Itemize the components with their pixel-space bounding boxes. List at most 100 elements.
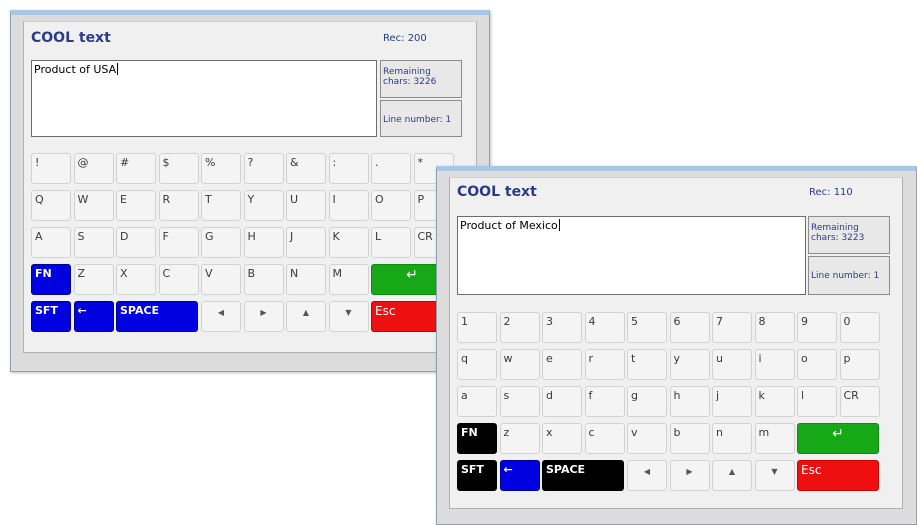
key-m[interactable]: m — [754, 423, 795, 454]
key-r[interactable]: R — [158, 190, 199, 221]
remaining-chars-label: Remaining chars: 3223 — [811, 223, 865, 243]
text-input[interactable]: Product of USA — [31, 60, 377, 137]
space-key[interactable]: SPACE — [542, 460, 624, 491]
key-d[interactable]: D — [116, 227, 156, 258]
key-x35[interactable]: # — [116, 153, 156, 184]
key-s[interactable]: s — [499, 386, 540, 417]
key-h[interactable]: H — [243, 227, 284, 258]
key-j[interactable]: j — [712, 386, 752, 417]
arrow-up-key[interactable]: ▲ — [286, 301, 326, 332]
key-f[interactable]: f — [584, 386, 625, 417]
key-cr[interactable]: CR — [839, 386, 880, 417]
backspace-key[interactable]: ← — [73, 301, 114, 332]
key-x46[interactable]: . — [371, 153, 411, 184]
key-b[interactable]: b — [669, 423, 710, 454]
remaining-chars-box: Remaining chars: 3226 — [380, 60, 462, 98]
key-0[interactable]: 0 — [839, 312, 880, 343]
key-fn[interactable]: FN — [31, 264, 71, 295]
line-number-box: Line number: 1 — [380, 100, 462, 137]
enter-key[interactable]: ↵ — [797, 423, 879, 454]
key-x36[interactable]: $ — [158, 153, 199, 184]
key-c[interactable]: C — [158, 264, 199, 295]
key-a[interactable]: A — [31, 227, 71, 258]
key-q[interactable]: q — [457, 349, 497, 380]
key-t[interactable]: t — [627, 349, 667, 380]
key-m[interactable]: M — [328, 264, 369, 295]
keyboard-window-front: COOL text Rec: 110 Product of Mexico Rem… — [436, 166, 917, 525]
key-z[interactable]: z — [499, 423, 540, 454]
key-e[interactable]: E — [116, 190, 156, 221]
key-j[interactable]: J — [286, 227, 326, 258]
arrow-right-key[interactable]: ▶ — [243, 301, 284, 332]
key-3[interactable]: 3 — [542, 312, 582, 343]
key-u[interactable]: u — [712, 349, 752, 380]
key-p[interactable]: p — [839, 349, 880, 380]
key-d[interactable]: d — [542, 386, 582, 417]
key-f[interactable]: F — [158, 227, 199, 258]
backspace-key[interactable]: ← — [499, 460, 540, 491]
key-9[interactable]: 9 — [797, 312, 837, 343]
key-c[interactable]: c — [584, 423, 625, 454]
key-o[interactable]: O — [371, 190, 411, 221]
shift-key[interactable]: SFT — [31, 301, 71, 332]
line-number-label: Line number: 1 — [811, 271, 880, 281]
text-value: Product of USA — [34, 63, 117, 76]
key-7[interactable]: 7 — [712, 312, 752, 343]
key-g[interactable]: g — [627, 386, 667, 417]
key-s[interactable]: S — [73, 227, 114, 258]
arrow-down-key[interactable]: ▼ — [328, 301, 369, 332]
key-2[interactable]: 2 — [499, 312, 540, 343]
key-k[interactable]: K — [328, 227, 369, 258]
key-g[interactable]: G — [201, 227, 241, 258]
key-w[interactable]: W — [73, 190, 114, 221]
key-fn[interactable]: FN — [457, 423, 497, 454]
key-z[interactable]: Z — [73, 264, 114, 295]
key-r[interactable]: r — [584, 349, 625, 380]
key-b[interactable]: B — [243, 264, 284, 295]
key-e[interactable]: e — [542, 349, 582, 380]
key-5[interactable]: 5 — [627, 312, 667, 343]
arrow-up-key[interactable]: ▲ — [712, 460, 752, 491]
record-number: Rec: 110 — [809, 187, 853, 198]
shift-key[interactable]: SFT — [457, 460, 497, 491]
key-1[interactable]: 1 — [457, 312, 497, 343]
key-y[interactable]: Y — [243, 190, 284, 221]
text-input[interactable]: Product of Mexico — [457, 216, 806, 295]
key-8[interactable]: 8 — [754, 312, 795, 343]
key-i[interactable]: I — [328, 190, 369, 221]
key-v[interactable]: v — [627, 423, 667, 454]
key-a[interactable]: a — [457, 386, 497, 417]
key-6[interactable]: 6 — [669, 312, 710, 343]
key-h[interactable]: h — [669, 386, 710, 417]
key-q[interactable]: Q — [31, 190, 71, 221]
key-x58[interactable]: : — [328, 153, 369, 184]
arrow-left-key[interactable]: ◀ — [627, 460, 667, 491]
key-l[interactable]: l — [797, 386, 837, 417]
key-w[interactable]: w — [499, 349, 540, 380]
key-t[interactable]: T — [201, 190, 241, 221]
key-x63[interactable]: ? — [243, 153, 284, 184]
esc-key[interactable]: Esc — [797, 460, 879, 491]
key-4[interactable]: 4 — [584, 312, 625, 343]
arrow-down-key[interactable]: ▼ — [754, 460, 795, 491]
key-n[interactable]: N — [286, 264, 326, 295]
space-key[interactable]: SPACE — [116, 301, 198, 332]
key-x[interactable]: x — [542, 423, 582, 454]
text-caret — [117, 63, 119, 75]
arrow-left-key[interactable]: ◀ — [201, 301, 241, 332]
key-x33[interactable]: ! — [31, 153, 71, 184]
key-y[interactable]: y — [669, 349, 710, 380]
key-x37[interactable]: % — [201, 153, 241, 184]
key-k[interactable]: k — [754, 386, 795, 417]
key-x[interactable]: X — [116, 264, 156, 295]
key-x38[interactable]: & — [286, 153, 326, 184]
key-i[interactable]: i — [754, 349, 795, 380]
arrow-right-key[interactable]: ▶ — [669, 460, 710, 491]
keyboard-window-back: COOL text Rec: 200 Product of USA Remain… — [10, 10, 490, 372]
key-x64[interactable]: @ — [73, 153, 114, 184]
key-o[interactable]: o — [797, 349, 837, 380]
key-v[interactable]: V — [201, 264, 241, 295]
key-n[interactable]: n — [712, 423, 752, 454]
key-u[interactable]: U — [286, 190, 326, 221]
key-l[interactable]: L — [371, 227, 411, 258]
